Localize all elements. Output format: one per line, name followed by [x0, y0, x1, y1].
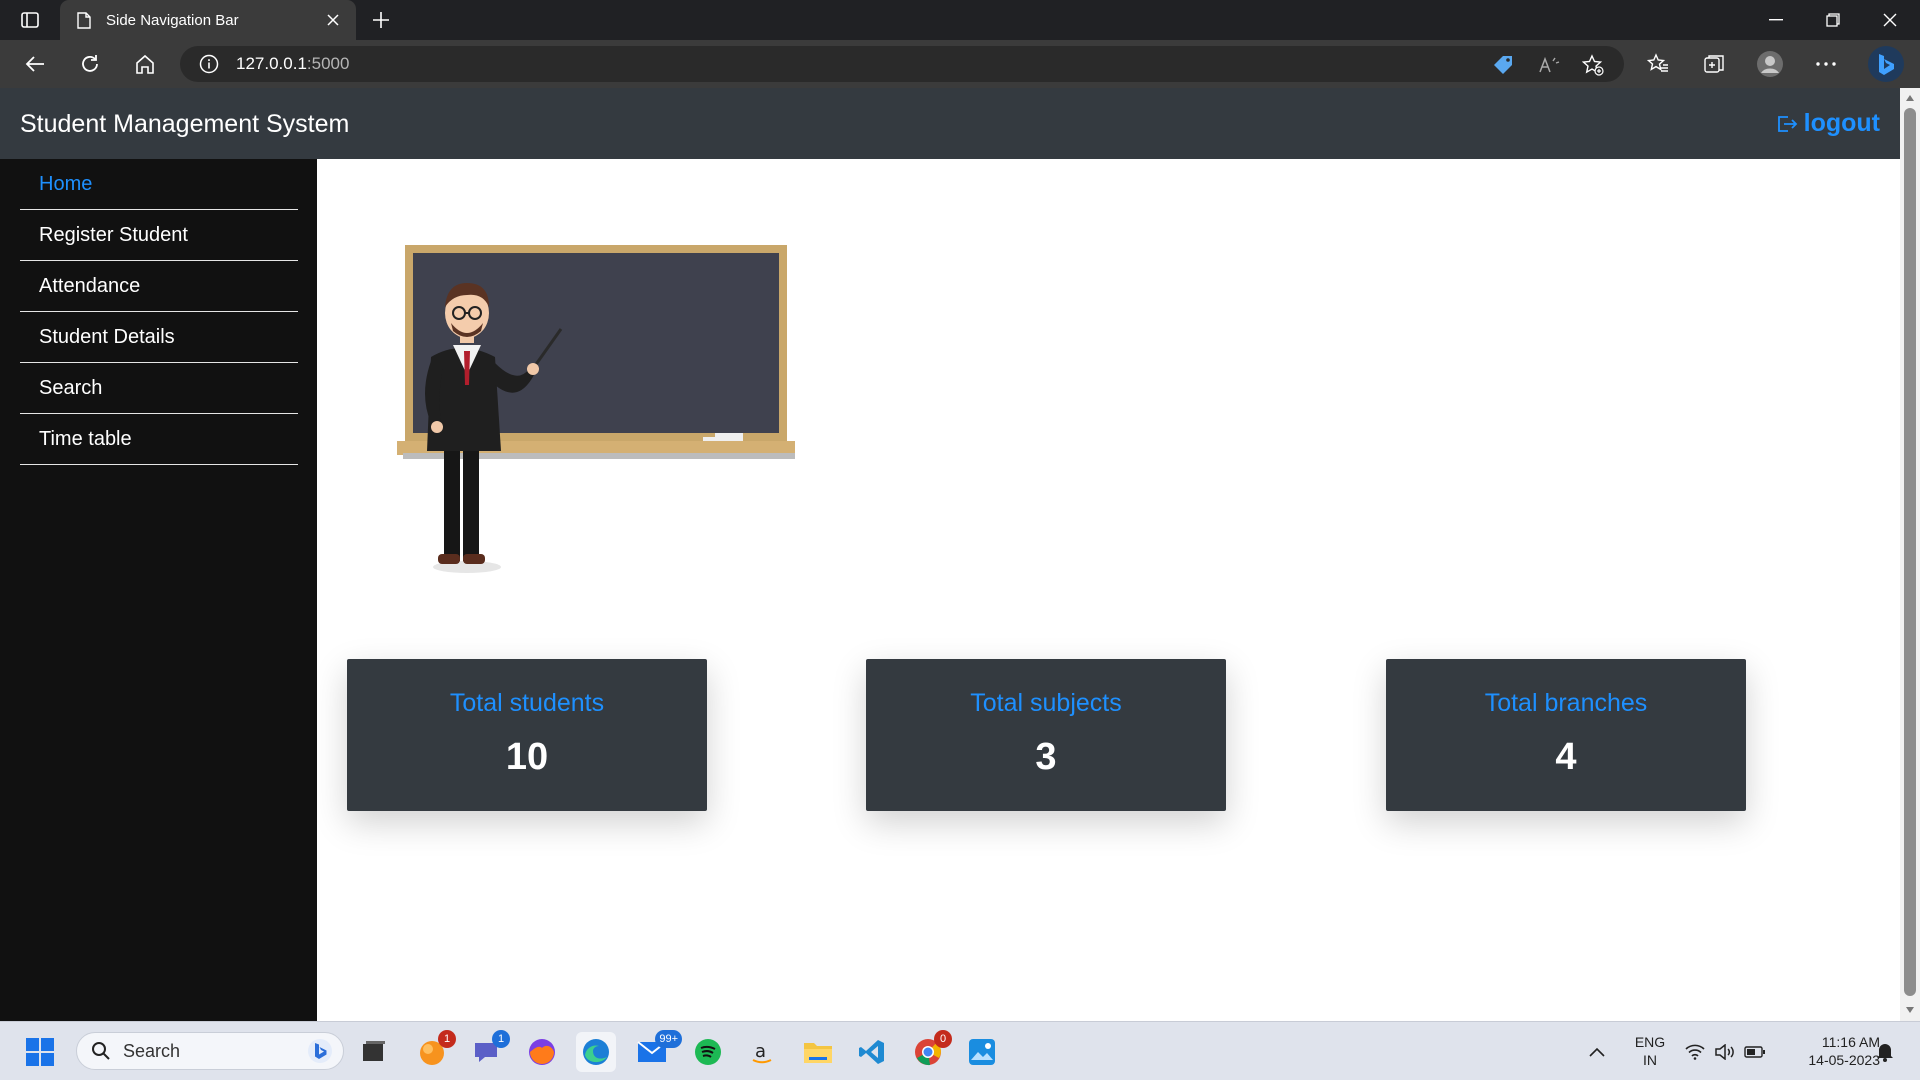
- stat-card-total-branches: Total branches 4: [1386, 659, 1746, 811]
- main-content: Total students 10 Total subjects 3 Total…: [317, 159, 1900, 1021]
- task-view-icon[interactable]: [354, 1032, 394, 1072]
- volume-icon[interactable]: [1710, 1032, 1740, 1072]
- show-hidden-icons-chevron-icon[interactable]: [1582, 1032, 1612, 1072]
- stat-card-total-subjects: Total subjects 3: [866, 659, 1226, 811]
- reload-icon[interactable]: [75, 50, 105, 78]
- mail-badge: 99+: [655, 1030, 682, 1048]
- sidebar-item-attendance[interactable]: Attendance: [20, 261, 298, 312]
- chrome-badge: 0: [934, 1030, 952, 1048]
- bing-icon: [307, 1038, 333, 1064]
- sidebar-item-home[interactable]: Home: [20, 159, 298, 210]
- favorites-icon[interactable]: [1644, 50, 1672, 78]
- stat-value: 10: [505, 736, 549, 778]
- notification-bell-icon[interactable]: [1870, 1032, 1900, 1072]
- wifi-icon[interactable]: [1680, 1032, 1710, 1072]
- stat-title: Total students: [449, 689, 605, 717]
- teacher-blackboard-illustration: [397, 245, 795, 573]
- add-favorite-icon[interactable]: [1580, 52, 1606, 78]
- stat-title: Total subjects: [970, 689, 1122, 717]
- browser-tab[interactable]: Side Navigation Bar: [60, 0, 356, 40]
- sidebar-item-register-student[interactable]: Register Student: [20, 210, 298, 261]
- new-tab-icon[interactable]: [368, 7, 394, 33]
- file-explorer-icon[interactable]: [798, 1032, 838, 1072]
- vscode-icon[interactable]: [852, 1032, 892, 1072]
- scroll-up-icon[interactable]: [1904, 92, 1916, 104]
- firefox-icon[interactable]: [522, 1032, 562, 1072]
- svg-text:a: a: [755, 1041, 766, 1062]
- home-icon[interactable]: [130, 50, 160, 78]
- address-bar[interactable]: 127.0.0.1:5000: [180, 46, 1624, 82]
- logout-icon: [1776, 113, 1798, 135]
- taskbar-app-orange-icon[interactable]: 1: [412, 1030, 456, 1072]
- stat-title: Total branches: [1484, 689, 1648, 717]
- url-text: 127.0.0.1:5000: [236, 54, 350, 73]
- app-title: Student Management System: [20, 110, 350, 138]
- stat-value: 3: [1035, 736, 1057, 778]
- logout-label: logout: [1803, 109, 1880, 137]
- collections-icon[interactable]: [1700, 50, 1728, 78]
- tab-actions-icon[interactable]: [18, 9, 42, 31]
- restore-icon[interactable]: [1813, 6, 1853, 34]
- stat-card-total-students: Total students 10: [347, 659, 707, 811]
- edge-icon[interactable]: [576, 1032, 616, 1072]
- scrollbar-thumb[interactable]: [1904, 108, 1916, 996]
- battery-icon[interactable]: [1740, 1032, 1770, 1072]
- profile-avatar-icon[interactable]: [1756, 50, 1784, 78]
- teams-badge: 1: [492, 1030, 510, 1048]
- start-windows-icon[interactable]: [20, 1032, 60, 1072]
- tab-title: Side Navigation Bar: [106, 11, 239, 29]
- sidebar-item-search[interactable]: Search: [20, 363, 298, 414]
- mail-icon[interactable]: 99+: [632, 1030, 682, 1072]
- browser-toolbar: 127.0.0.1:5000: [0, 40, 1920, 88]
- close-window-icon[interactable]: [1870, 6, 1910, 34]
- coupon-tag-icon[interactable]: [1490, 52, 1516, 78]
- site-info-icon[interactable]: [198, 53, 220, 75]
- sidebar-item-time-table[interactable]: Time table: [20, 414, 298, 465]
- sidebar: Home Register Student Attendance Student…: [0, 159, 317, 1021]
- back-icon[interactable]: [20, 50, 50, 78]
- taskbar-search-label: Search: [123, 1040, 181, 1061]
- tab-close-icon[interactable]: [324, 11, 342, 29]
- sidebar-item-student-details[interactable]: Student Details: [20, 312, 298, 363]
- windows-taskbar: Search 1 1 99+ a 0 ENG IN 11:16 AM 14-05…: [0, 1021, 1920, 1080]
- stat-value: 4: [1555, 736, 1577, 778]
- spotify-icon[interactable]: [688, 1032, 728, 1072]
- bing-chat-icon[interactable]: [1868, 46, 1904, 82]
- logout-link[interactable]: logout: [1776, 109, 1880, 138]
- chrome-icon[interactable]: 0: [908, 1030, 952, 1072]
- photos-icon[interactable]: [962, 1032, 1002, 1072]
- taskbar-search[interactable]: Search: [76, 1032, 344, 1070]
- document-icon: [74, 10, 94, 30]
- search-icon: [91, 1041, 111, 1061]
- teams-icon[interactable]: 1: [466, 1030, 510, 1072]
- read-aloud-icon[interactable]: [1536, 52, 1562, 78]
- more-options-icon[interactable]: [1812, 50, 1840, 78]
- clock[interactable]: 11:16 AM 14-05-2023: [1780, 1033, 1880, 1069]
- scroll-down-icon[interactable]: [1904, 1004, 1916, 1016]
- minimize-icon[interactable]: [1756, 6, 1796, 34]
- browser-tab-bar: Side Navigation Bar: [0, 0, 1920, 40]
- amazon-icon[interactable]: a: [742, 1032, 782, 1072]
- app-header: Student Management System logout: [0, 88, 1900, 159]
- language-indicator[interactable]: ENG IN: [1625, 1033, 1675, 1069]
- app-badge: 1: [438, 1030, 456, 1048]
- page-scrollbar[interactable]: [1900, 88, 1920, 1021]
